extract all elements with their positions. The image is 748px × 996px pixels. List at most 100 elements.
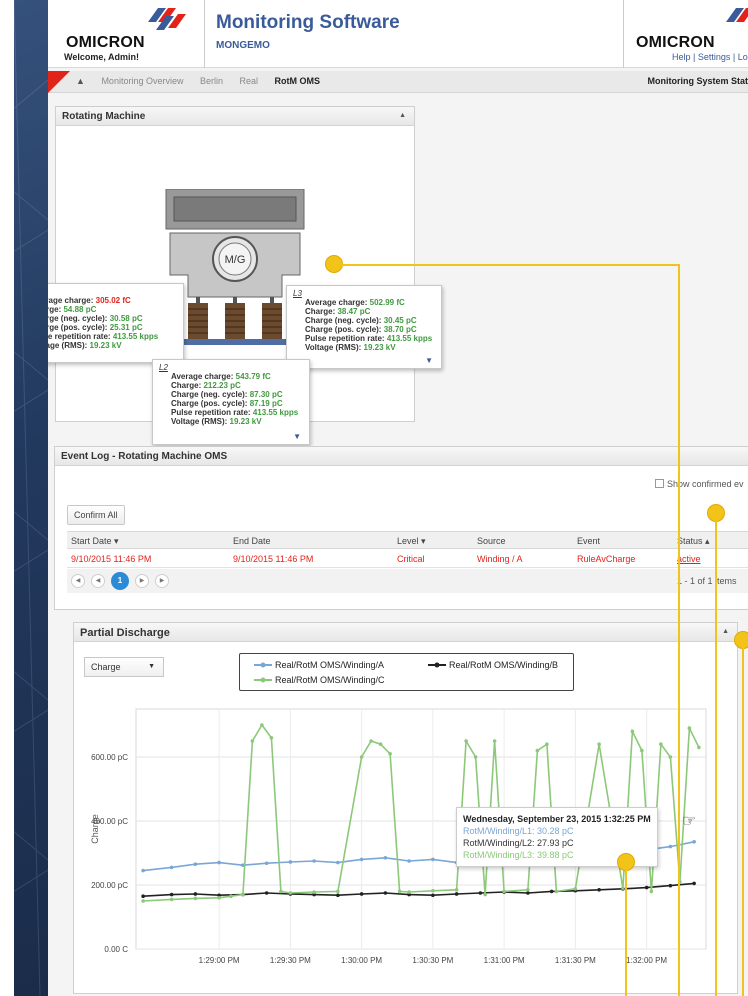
avg-charge-value: 502.99 fC: [369, 298, 405, 307]
series-point-2: [250, 739, 255, 743]
series-point-0: [288, 860, 293, 864]
column-start-date[interactable]: Start Date ▾: [71, 536, 119, 547]
legend-item-b[interactable]: Real/RotM OMS/Winding/B: [428, 660, 558, 670]
series-point-0: [692, 840, 696, 844]
legend-item-c[interactable]: Real/RotM OMS/Winding/C: [254, 675, 385, 685]
welcome-text: Welcome, Admin!: [64, 52, 140, 62]
breadcrumb-monitoring-overview[interactable]: Monitoring Overview: [101, 76, 183, 86]
measure-select[interactable]: Charge ▼: [84, 657, 164, 677]
series-point-1: [336, 893, 340, 898]
collapse-icon[interactable]: ▲: [399, 112, 406, 119]
callout-line: [678, 264, 680, 996]
page-1-button[interactable]: 1: [111, 572, 129, 590]
column-level[interactable]: Level ▾: [397, 536, 426, 547]
pos-charge-label: Charge (pos. cycle):: [171, 399, 248, 408]
collapse-icon[interactable]: ▲: [722, 628, 729, 635]
charge-value: 54.88 pC: [63, 305, 97, 314]
voltage-label: Voltage (RMS):: [305, 343, 362, 352]
series-point-0: [264, 861, 269, 866]
voltage-value: 19.23 kV: [89, 341, 122, 350]
x-tick-label: 1:32:00 PM: [626, 956, 667, 965]
panel-title: Rotating Machine: [62, 111, 146, 122]
x-tick-label: 1:31:30 PM: [555, 956, 596, 965]
event-log-panel: Event Log - Rotating Machine OMS Show co…: [54, 446, 748, 610]
series-point-2: [359, 755, 364, 759]
pager: ◀ ◀ 1 ▶ ▶ 1 - 1 of 1 items: [67, 569, 748, 593]
cell-status-link[interactable]: active: [677, 554, 701, 564]
series-point-1: [193, 892, 198, 896]
neg-charge-value: 30.45 pC: [383, 316, 417, 325]
legend-c-icon: [254, 677, 272, 683]
partial-discharge-chart[interactable]: 0.00 C 200.00 pC 400.00 pC 600.00 pC 1:29:00…: [84, 699, 714, 977]
last-page-icon[interactable]: ▶: [155, 574, 169, 588]
phase-label[interactable]: L1: [48, 287, 177, 296]
avg-charge-value: 543.79 fC: [235, 372, 271, 381]
series-point-1: [431, 893, 435, 898]
series-point-2: [241, 892, 245, 897]
series-point-2: [526, 888, 530, 892]
show-confirmed-checkbox[interactable]: [655, 479, 664, 488]
charge-label: Charge:: [48, 305, 62, 314]
first-page-icon[interactable]: ◀: [71, 574, 85, 588]
series-point-1: [264, 891, 269, 895]
voltage-label: Voltage (RMS):: [48, 341, 88, 350]
phase-l3-tooltip: L3 Average charge: 502.99 fC Charge: 38.…: [286, 285, 442, 369]
panel-title: Event Log - Rotating Machine OMS: [61, 451, 228, 462]
series-point-2: [659, 742, 663, 746]
expand-arrow-icon[interactable]: ▼: [425, 356, 433, 365]
legend-item-a[interactable]: Real/RotM OMS/Winding/A: [254, 660, 384, 670]
pager-info: 1 - 1 of 1 items: [677, 576, 737, 586]
header-links[interactable]: Help | Settings | Lo: [672, 52, 748, 62]
prr-label: Pulse repetition rate:: [171, 408, 251, 417]
monitoring-status-title[interactable]: Monitoring System Stat: [647, 76, 748, 86]
series-point-1: [359, 892, 364, 896]
series-point-2: [502, 889, 506, 894]
page-margin: [0, 0, 14, 996]
table-row[interactable]: 9/10/2015 11:46 PM 9/10/2015 11:46 PM Cr…: [67, 550, 748, 568]
series-point-2: [288, 891, 293, 895]
series-point-2: [397, 889, 402, 894]
legend-c-label: Real/RotM OMS/Winding/C: [275, 675, 385, 685]
prev-page-icon[interactable]: ◀: [91, 574, 105, 588]
series-point-0: [169, 865, 174, 870]
series-point-2: [597, 742, 601, 746]
next-page-icon[interactable]: ▶: [135, 574, 149, 588]
series-point-2: [668, 755, 673, 759]
x-tick-label: 1:29:30 PM: [270, 956, 311, 965]
callout-marker: [618, 854, 634, 870]
neg-charge-label: Charge (neg. cycle):: [48, 314, 108, 323]
breadcrumb-berlin[interactable]: Berlin: [200, 76, 223, 86]
header-divider: [204, 0, 205, 68]
breadcrumb-real[interactable]: Real: [240, 76, 259, 86]
phase-label[interactable]: L3: [293, 289, 435, 298]
series-point-2: [269, 736, 274, 740]
column-event[interactable]: Event: [577, 536, 600, 546]
expand-arrow-icon[interactable]: ▼: [293, 432, 301, 441]
callout-line: [742, 647, 744, 996]
series-point-2: [573, 887, 578, 891]
hand-cursor-icon: ☞: [682, 813, 697, 830]
column-source[interactable]: Source: [477, 536, 506, 546]
measure-select-value: Charge: [91, 662, 121, 672]
x-tick-label: 1:29:00 PM: [199, 956, 240, 965]
series-point-0: [312, 859, 316, 863]
series-point-2: [141, 899, 145, 903]
callout-marker: [326, 256, 342, 272]
series-point-2: [492, 739, 497, 743]
home-icon[interactable]: ▲: [76, 76, 85, 86]
callout-marker: [708, 505, 724, 521]
series-point-2: [193, 896, 198, 901]
prr-value: 413.55 kpps: [386, 334, 433, 343]
confirm-all-button[interactable]: Confirm All: [67, 505, 125, 525]
series-point-2: [369, 739, 373, 743]
breadcrumb-rotm-oms: RotM OMS: [274, 76, 321, 86]
column-end-date[interactable]: End Date: [233, 536, 271, 546]
phase-label[interactable]: L2: [159, 363, 303, 372]
series-point-1: [169, 892, 174, 897]
prr-value: 413.55 kpps: [112, 332, 159, 341]
charge-label: Charge:: [305, 307, 336, 316]
series-point-1: [597, 888, 601, 892]
series-point-2: [378, 742, 383, 746]
pos-charge-label: Charge (pos. cycle):: [305, 325, 382, 334]
column-status[interactable]: Status ▴: [677, 536, 710, 547]
